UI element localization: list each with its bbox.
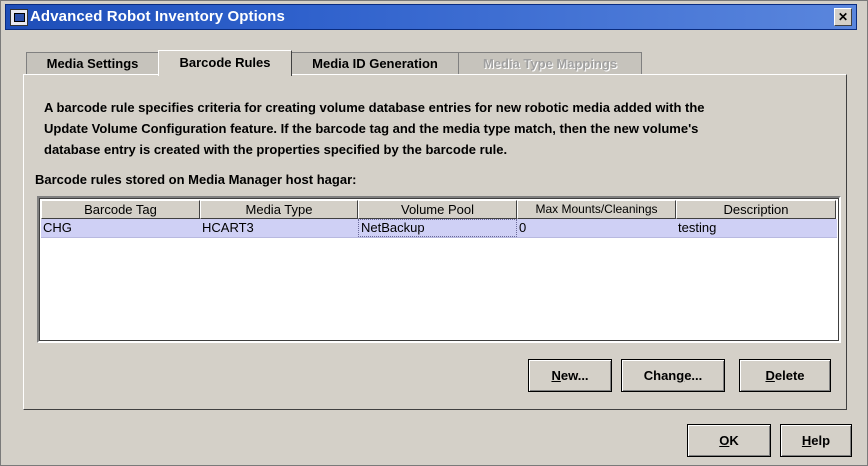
cell-max-mounts[interactable]: 0	[517, 219, 674, 237]
table-header: Barcode Tag Media Type Volume Pool Max M…	[41, 200, 837, 219]
window-app-icon	[10, 9, 28, 26]
tab-media-settings[interactable]: Media Settings	[26, 52, 159, 75]
column-header-barcode-tag[interactable]: Barcode Tag	[41, 200, 200, 219]
window-title: Advanced Robot Inventory Options	[30, 8, 285, 25]
close-button[interactable]: ✕	[834, 8, 852, 26]
delete-label: elete	[774, 368, 805, 383]
column-header-description[interactable]: Description	[676, 200, 836, 219]
title-bar[interactable]: Advanced Robot Inventory Options ✕	[5, 4, 857, 30]
barcode-rules-table[interactable]: Barcode Tag Media Type Volume Pool Max M…	[37, 196, 841, 343]
tab-barcode-rules[interactable]: Barcode Rules	[158, 50, 292, 76]
change-mnemonic: g	[676, 368, 685, 383]
cell-media-type[interactable]: HCART3	[200, 219, 357, 237]
change-button[interactable]: Change...	[621, 359, 725, 392]
description-line: database entry is created with the prope…	[44, 142, 508, 157]
description-line: A barcode rule specifies criteria for cr…	[44, 100, 705, 115]
ok-button[interactable]: OK	[687, 424, 771, 457]
description-line: Update Volume Configuration feature. If …	[44, 121, 699, 136]
change-label-end: e...	[684, 368, 703, 383]
column-header-max-mounts[interactable]: Max Mounts/Cleanings	[517, 200, 676, 219]
description-text: A barcode rule specifies criteria for cr…	[44, 97, 834, 160]
help-button[interactable]: Help	[780, 424, 852, 457]
tab-media-type-mappings: Media Type Mappings	[458, 52, 642, 75]
cell-barcode-tag[interactable]: CHG	[41, 219, 198, 237]
column-header-volume-pool[interactable]: Volume Pool	[358, 200, 517, 219]
new-label: ew...	[560, 368, 589, 383]
dialog-window: Advanced Robot Inventory Options ✕ Media…	[0, 0, 868, 466]
change-label-start: Chan	[643, 368, 677, 383]
rules-host-label: Barcode rules stored on Media Manager ho…	[35, 172, 357, 187]
ok-mnemonic: O	[719, 433, 730, 448]
new-button[interactable]: New...	[528, 359, 612, 392]
column-header-media-type[interactable]: Media Type	[200, 200, 358, 219]
delete-mnemonic: D	[765, 368, 775, 383]
ok-label: K	[729, 433, 739, 448]
help-mnemonic: H	[801, 433, 812, 448]
cell-volume-pool[interactable]: NetBackup	[358, 219, 517, 237]
table-row[interactable]: CHG HCART3 NetBackup 0 testing	[41, 219, 837, 238]
delete-button[interactable]: Delete	[739, 359, 831, 392]
new-mnemonic: N	[551, 368, 561, 383]
help-label: elp	[811, 433, 831, 448]
tab-media-id-generation[interactable]: Media ID Generation	[291, 52, 459, 75]
cell-description[interactable]: testing	[676, 219, 833, 237]
close-icon: ✕	[837, 10, 849, 24]
